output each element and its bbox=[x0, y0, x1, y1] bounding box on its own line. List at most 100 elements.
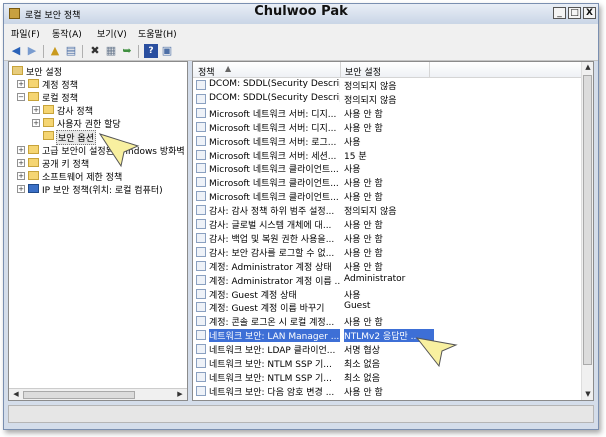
expand-icon[interactable]: + bbox=[17, 146, 25, 154]
title-bar[interactable]: 로컬 보안 정책 Chulwoo Pak _ □ X bbox=[4, 4, 598, 24]
policy-row[interactable]: Microsoft 네트워크 서버: 디지... 사용 안 함 bbox=[193, 106, 583, 120]
maximize-button[interactable]: □ bbox=[568, 7, 581, 19]
minimize-button[interactable]: _ bbox=[553, 7, 566, 19]
policy-setting-icon bbox=[196, 149, 206, 160]
policy-row[interactable]: 계정: Guest 계정 이름 바꾸기 Guest bbox=[193, 300, 583, 314]
policy-row[interactable]: 감사: 백업 및 복원 권한 사용을... 사용 안 함 bbox=[193, 231, 583, 245]
policy-row[interactable]: 계정: Administrator 계정 이름 ... Administrator bbox=[193, 273, 583, 287]
column-divider[interactable] bbox=[429, 62, 430, 78]
policy-setting-value: 정의되지 않음 bbox=[344, 95, 397, 106]
policy-row[interactable]: Microsoft 네트워크 클라이언트... 사용 안 함 bbox=[193, 189, 583, 203]
policy-row[interactable]: 계정: Guest 계정 상태 사용 bbox=[193, 287, 583, 301]
menu-action[interactable]: 동작(A) bbox=[52, 27, 82, 40]
policy-setting-value: Guest bbox=[344, 301, 371, 312]
policy-row[interactable]: 감사: 글로벌 시스템 개체에 대... 사용 안 함 bbox=[193, 217, 583, 231]
policy-setting-icon bbox=[196, 302, 206, 313]
tree-ip-security[interactable]: + IP 보안 정책(위치: 로컬 컴퓨터) bbox=[9, 183, 187, 196]
expand-icon[interactable]: + bbox=[32, 119, 40, 127]
scrollbar-thumb[interactable] bbox=[23, 391, 135, 399]
policy-setting-icon bbox=[196, 316, 206, 327]
policy-row[interactable]: 계정: Administrator 계정 상태 사용 안 함 bbox=[193, 259, 583, 273]
policy-row[interactable]: 감사: 감사 정책 하위 범주 설정... 정의되지 않음 bbox=[193, 203, 583, 217]
menu-view[interactable]: 보기(V) bbox=[97, 27, 127, 40]
policy-name: Microsoft 네트워크 클라이언트... bbox=[209, 165, 339, 176]
forward-arrow-icon[interactable]: ▶ bbox=[25, 44, 39, 58]
delete-icon[interactable]: ✖ bbox=[88, 44, 102, 58]
tree-public-key[interactable]: + 공개 키 정책 bbox=[9, 157, 187, 170]
expand-icon[interactable]: + bbox=[17, 172, 25, 180]
policy-name: 감사: 보안 감사를 로그할 수 없... bbox=[209, 248, 335, 259]
vertical-scrollbar[interactable]: ▲ ▼ bbox=[581, 62, 593, 400]
policy-row[interactable]: 네트워크 보안: NTLM SSP 기... 최소 없음 bbox=[193, 356, 583, 370]
status-bar bbox=[8, 405, 594, 423]
policy-setting-value: 정의되지 않음 bbox=[344, 207, 397, 218]
expand-icon[interactable]: + bbox=[17, 185, 25, 193]
policy-setting-value: 최소 없음 bbox=[344, 373, 380, 384]
scrollbar-thumb[interactable] bbox=[583, 75, 592, 365]
tree-pane[interactable]: 보안 설정 + 계정 정책 − 로컬 정책 + 감사 정책 + 사용자 권한 할… bbox=[8, 61, 188, 401]
policy-row[interactable]: Microsoft 네트워크 클라이언트... 사용 bbox=[193, 161, 583, 175]
policy-setting-icon bbox=[196, 107, 206, 118]
menu-help[interactable]: 도움말(H) bbox=[138, 27, 177, 40]
policy-setting-icon bbox=[196, 135, 206, 146]
tree-security-options[interactable]: 보안 옵션 bbox=[9, 130, 187, 145]
back-arrow-icon[interactable]: ◀ bbox=[9, 44, 23, 58]
expand-icon[interactable]: + bbox=[17, 80, 25, 88]
folder-icon bbox=[43, 131, 54, 140]
policy-setting-value: 사용 안 함 bbox=[344, 193, 383, 204]
help-icon[interactable]: ? bbox=[144, 44, 158, 58]
policy-row[interactable]: Microsoft 네트워크 서버: 로그... 사용 bbox=[193, 134, 583, 148]
ip-security-icon bbox=[28, 184, 39, 193]
tree-account-policies[interactable]: + 계정 정책 bbox=[9, 78, 187, 91]
folder-icon bbox=[28, 171, 39, 180]
policy-setting-value: 사용 안 함 bbox=[344, 262, 383, 273]
tree-user-rights[interactable]: + 사용자 권한 할당 bbox=[9, 117, 187, 130]
horizontal-scrollbar[interactable]: ◀ ▶ bbox=[9, 388, 187, 400]
scroll-left-icon[interactable]: ◀ bbox=[10, 389, 22, 400]
tree-audit-policy[interactable]: + 감사 정책 bbox=[9, 104, 187, 117]
tree-software-restriction[interactable]: + 소프트웨어 제한 정책 bbox=[9, 170, 187, 183]
policy-setting-value: 15 분 bbox=[344, 151, 367, 162]
policy-row[interactable]: 감사: 보안 감사를 로그할 수 없... 사용 안 함 bbox=[193, 245, 583, 259]
scroll-up-icon[interactable]: ▲ bbox=[582, 62, 593, 73]
column-policy[interactable]: 정책 bbox=[198, 65, 215, 78]
policy-row[interactable]: DCOM: SDDL(Security Descrip... 정의되지 않음 bbox=[193, 78, 583, 92]
expand-icon[interactable]: + bbox=[17, 159, 25, 167]
tree-windows-firewall[interactable]: + 고급 보안이 설정된 Windows 방화벽 bbox=[9, 144, 187, 157]
scroll-down-icon[interactable]: ▼ bbox=[582, 389, 593, 400]
policy-setting-value: 사용 bbox=[344, 165, 361, 176]
policy-setting-value: Administrator bbox=[344, 273, 406, 284]
policy-row[interactable]: 계정: 콘솔 로그온 시 로컬 계정... 사용 안 함 bbox=[193, 314, 583, 328]
column-divider[interactable] bbox=[340, 62, 341, 78]
policy-row[interactable]: Microsoft 네트워크 서버: 세션... 15 분 bbox=[193, 148, 583, 162]
policy-list-pane[interactable]: 정책 ▲ 보안 설정 DCOM: SDDL(Security Descrip..… bbox=[192, 61, 594, 401]
policy-name: 네트워크 보안: NTLM SSP 기... bbox=[209, 360, 332, 370]
policy-row[interactable]: 네트워크 보안: 다음 암호 변경 ... 사용 안 함 bbox=[193, 384, 583, 398]
scroll-right-icon[interactable]: ▶ bbox=[174, 389, 186, 400]
column-setting[interactable]: 보안 설정 bbox=[345, 65, 381, 78]
policy-name: Microsoft 네트워크 서버: 로그... bbox=[209, 137, 337, 148]
close-button[interactable]: X bbox=[583, 7, 596, 19]
folder-icon bbox=[28, 79, 39, 88]
tree-local-policies[interactable]: − 로컬 정책 bbox=[9, 91, 187, 104]
tree-root[interactable]: 보안 설정 bbox=[9, 65, 187, 78]
policy-row[interactable]: 네트워크 보안: LDAP 클라이언... 서명 협상 bbox=[193, 342, 583, 356]
export-list-icon[interactable]: ➥ bbox=[120, 44, 134, 58]
collapse-icon[interactable]: − bbox=[17, 93, 25, 101]
policy-row[interactable]: 네트워크 보안: NTLM SSP 기... 최소 없음 bbox=[193, 370, 583, 384]
expand-icon[interactable]: + bbox=[32, 106, 40, 114]
window-frame: 로컬 보안 정책 Chulwoo Pak _ □ X 파일(F) 동작(A) 보… bbox=[3, 3, 599, 430]
column-header: 정책 ▲ 보안 설정 bbox=[193, 62, 583, 78]
policy-row[interactable]: DCOM: SDDL(Security Descrip... 정의되지 않음 bbox=[193, 92, 583, 106]
policy-setting-value: 사용 안 함 bbox=[344, 123, 383, 134]
view-icon[interactable]: ▣ bbox=[160, 44, 174, 58]
policy-name: Microsoft 네트워크 서버: 세션... bbox=[209, 151, 337, 162]
menu-file[interactable]: 파일(F) bbox=[11, 27, 40, 40]
policy-row[interactable]: Microsoft 네트워크 서버: 디지... 사용 안 함 bbox=[193, 120, 583, 134]
properties-icon[interactable]: ▦ bbox=[104, 44, 118, 58]
up-folder-icon[interactable]: ▲ bbox=[48, 44, 62, 58]
policy-row-selected[interactable]: 네트워크 보안: LAN Manager ... NTLMv2 응답만 ... bbox=[193, 328, 583, 343]
policy-row[interactable]: Microsoft 네트워크 클라이언트... 사용 안 함 bbox=[193, 175, 583, 189]
show-hide-tree-icon[interactable]: ▤ bbox=[64, 44, 78, 58]
author-caption: Chulwoo Pak bbox=[254, 4, 348, 19]
